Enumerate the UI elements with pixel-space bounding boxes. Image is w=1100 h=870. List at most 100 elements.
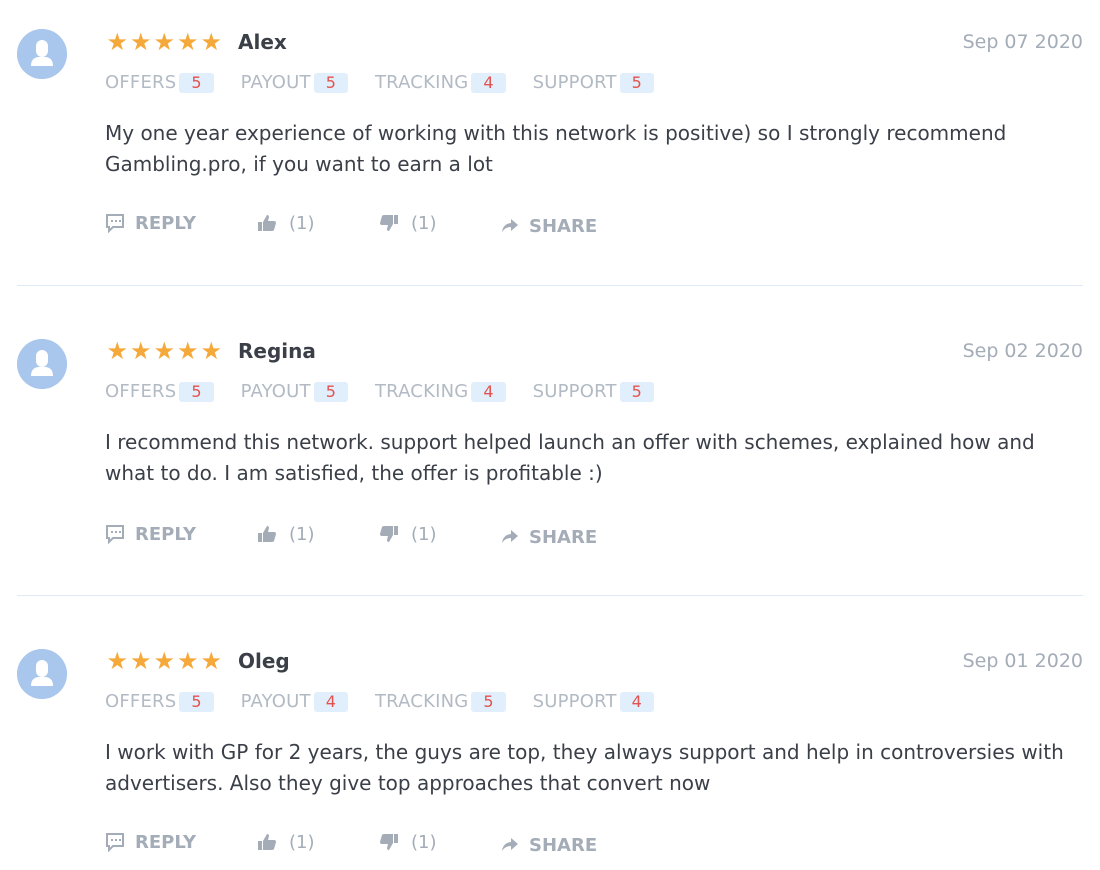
review-item: ★ ★ ★ ★ ★ Regina Sep 02 2020 OFFERS 5 PAYOUT 5… [0,286,1100,596]
rating-payout: PAYOUT 5 [241,380,348,404]
rating-label: PAYOUT [240,381,311,402]
rating-value-badge: 5 [313,73,348,93]
star-icon: ★ [176,337,198,365]
rating-tracking: TRACKING 4 [375,380,506,404]
rating-value-badge: 5 [179,382,214,402]
star-rating: ★ ★ ★ ★ ★ [105,336,223,366]
rating-value-badge: 5 [471,692,506,712]
reply-label: REPLY [135,523,197,545]
share-label: SHARE [529,834,598,856]
rating-label: SUPPORT [532,72,617,93]
review-date: Sep 07 2020 [962,31,1083,53]
review-text: I work with GP for 2 years, the guys are… [105,740,1064,795]
star-icon: ★ [129,337,151,365]
share-label: SHARE [529,526,598,548]
rating-value-badge: 5 [313,382,348,402]
review-item: ★ ★ ★ ★ ★ Oleg Sep 01 2020 OFFERS 5 PAYOUT 4 T… [0,596,1100,870]
rating-label: OFFERS [105,381,177,402]
like-button[interactable]: (1) [257,520,315,548]
share-button[interactable]: SHARE [501,523,597,551]
rating-offers: OFFERS 5 [105,690,214,714]
reply-label: REPLY [135,212,197,234]
like-count: (1) [289,212,315,234]
rating-tracking: TRACKING 5 [375,690,506,714]
rating-label: SUPPORT [532,381,617,402]
like-count: (1) [289,831,315,853]
star-icon: ★ [106,28,127,56]
share-arrow-icon [502,530,518,543]
rating-value-badge: 4 [471,382,506,402]
review-actions: REPLY (1) (1) SHARE [105,209,705,237]
user-avatar-icon [17,29,67,79]
star-icon: ★ [106,647,127,675]
star-icon: ★ [106,337,127,365]
rating-label: OFFERS [105,72,177,93]
comment-icon [106,833,124,852]
review-text: I recommend this network. support helped… [105,430,1035,485]
star-rating: ★ ★ ★ ★ ★ [105,27,223,57]
star-icon: ★ [200,647,221,675]
rating-value-badge: 4 [313,692,348,712]
reply-label: REPLY [135,831,197,853]
category-ratings: OFFERS 5 PAYOUT 4 TRACKING 5 SUPPORT 4 [105,690,681,714]
thumbs-up-icon [258,526,276,542]
dislike-button[interactable]: (1) [379,209,437,237]
star-icon: ★ [200,337,221,365]
comment-icon [106,525,124,544]
category-ratings: OFFERS 5 PAYOUT 5 TRACKING 4 SUPPORT 5 [105,71,681,95]
review-author: Oleg [238,649,290,673]
rating-offers: OFFERS 5 [105,71,214,95]
rating-support: SUPPORT 5 [533,71,654,95]
rating-payout: PAYOUT 5 [241,71,348,95]
like-count: (1) [289,523,315,545]
rating-support: SUPPORT 5 [533,380,654,404]
rating-support: SUPPORT 4 [533,690,654,714]
dislike-count: (1) [411,523,437,545]
category-ratings: OFFERS 5 PAYOUT 5 TRACKING 4 SUPPORT 5 [105,380,681,404]
thumbs-down-icon [380,526,398,542]
star-icon: ★ [200,28,221,56]
review-author: Regina [238,339,316,363]
star-icon: ★ [153,647,174,675]
rating-tracking: TRACKING 4 [375,71,506,95]
star-icon: ★ [153,28,174,56]
review-actions: REPLY (1) (1) SHARE [105,520,705,548]
user-avatar-icon [17,649,67,699]
review-actions: REPLY (1) (1) SHARE [105,828,705,856]
rating-offers: OFFERS 5 [105,380,214,404]
rating-value-badge: 5 [619,73,654,93]
rating-label: PAYOUT [240,691,311,712]
review-text: My one year experience of working with t… [105,121,1007,176]
thumbs-down-icon [380,834,398,850]
rating-label: TRACKING [374,381,469,402]
rating-label: OFFERS [105,691,177,712]
rating-value-badge: 4 [471,73,506,93]
reply-button[interactable]: REPLY [105,209,196,237]
rating-value-badge: 4 [619,692,654,712]
dislike-button[interactable]: (1) [379,520,437,548]
review-author: Alex [238,30,287,54]
reply-button[interactable]: REPLY [105,520,196,548]
star-icon: ★ [129,28,151,56]
comment-icon [106,214,124,233]
rating-label: TRACKING [374,72,469,93]
like-button[interactable]: (1) [257,209,315,237]
thumbs-up-icon [258,834,276,850]
share-button[interactable]: SHARE [501,212,597,240]
rating-value-badge: 5 [179,73,214,93]
like-button[interactable]: (1) [257,828,315,856]
star-icon: ★ [129,647,151,675]
rating-value-badge: 5 [619,382,654,402]
share-label: SHARE [529,215,598,237]
user-avatar-icon [17,339,67,389]
reply-button[interactable]: REPLY [105,828,196,856]
review-date: Sep 01 2020 [962,650,1083,672]
dislike-button[interactable]: (1) [379,828,437,856]
review-date: Sep 02 2020 [962,340,1083,362]
share-button[interactable]: SHARE [501,831,597,859]
star-rating: ★ ★ ★ ★ ★ [105,646,223,676]
review-item: ★ ★ ★ ★ ★ Alex Sep 07 2020 OFFERS 5 PAYOUT 5 T… [0,0,1100,286]
dislike-count: (1) [411,212,437,234]
rating-label: SUPPORT [532,691,617,712]
star-icon: ★ [176,647,198,675]
